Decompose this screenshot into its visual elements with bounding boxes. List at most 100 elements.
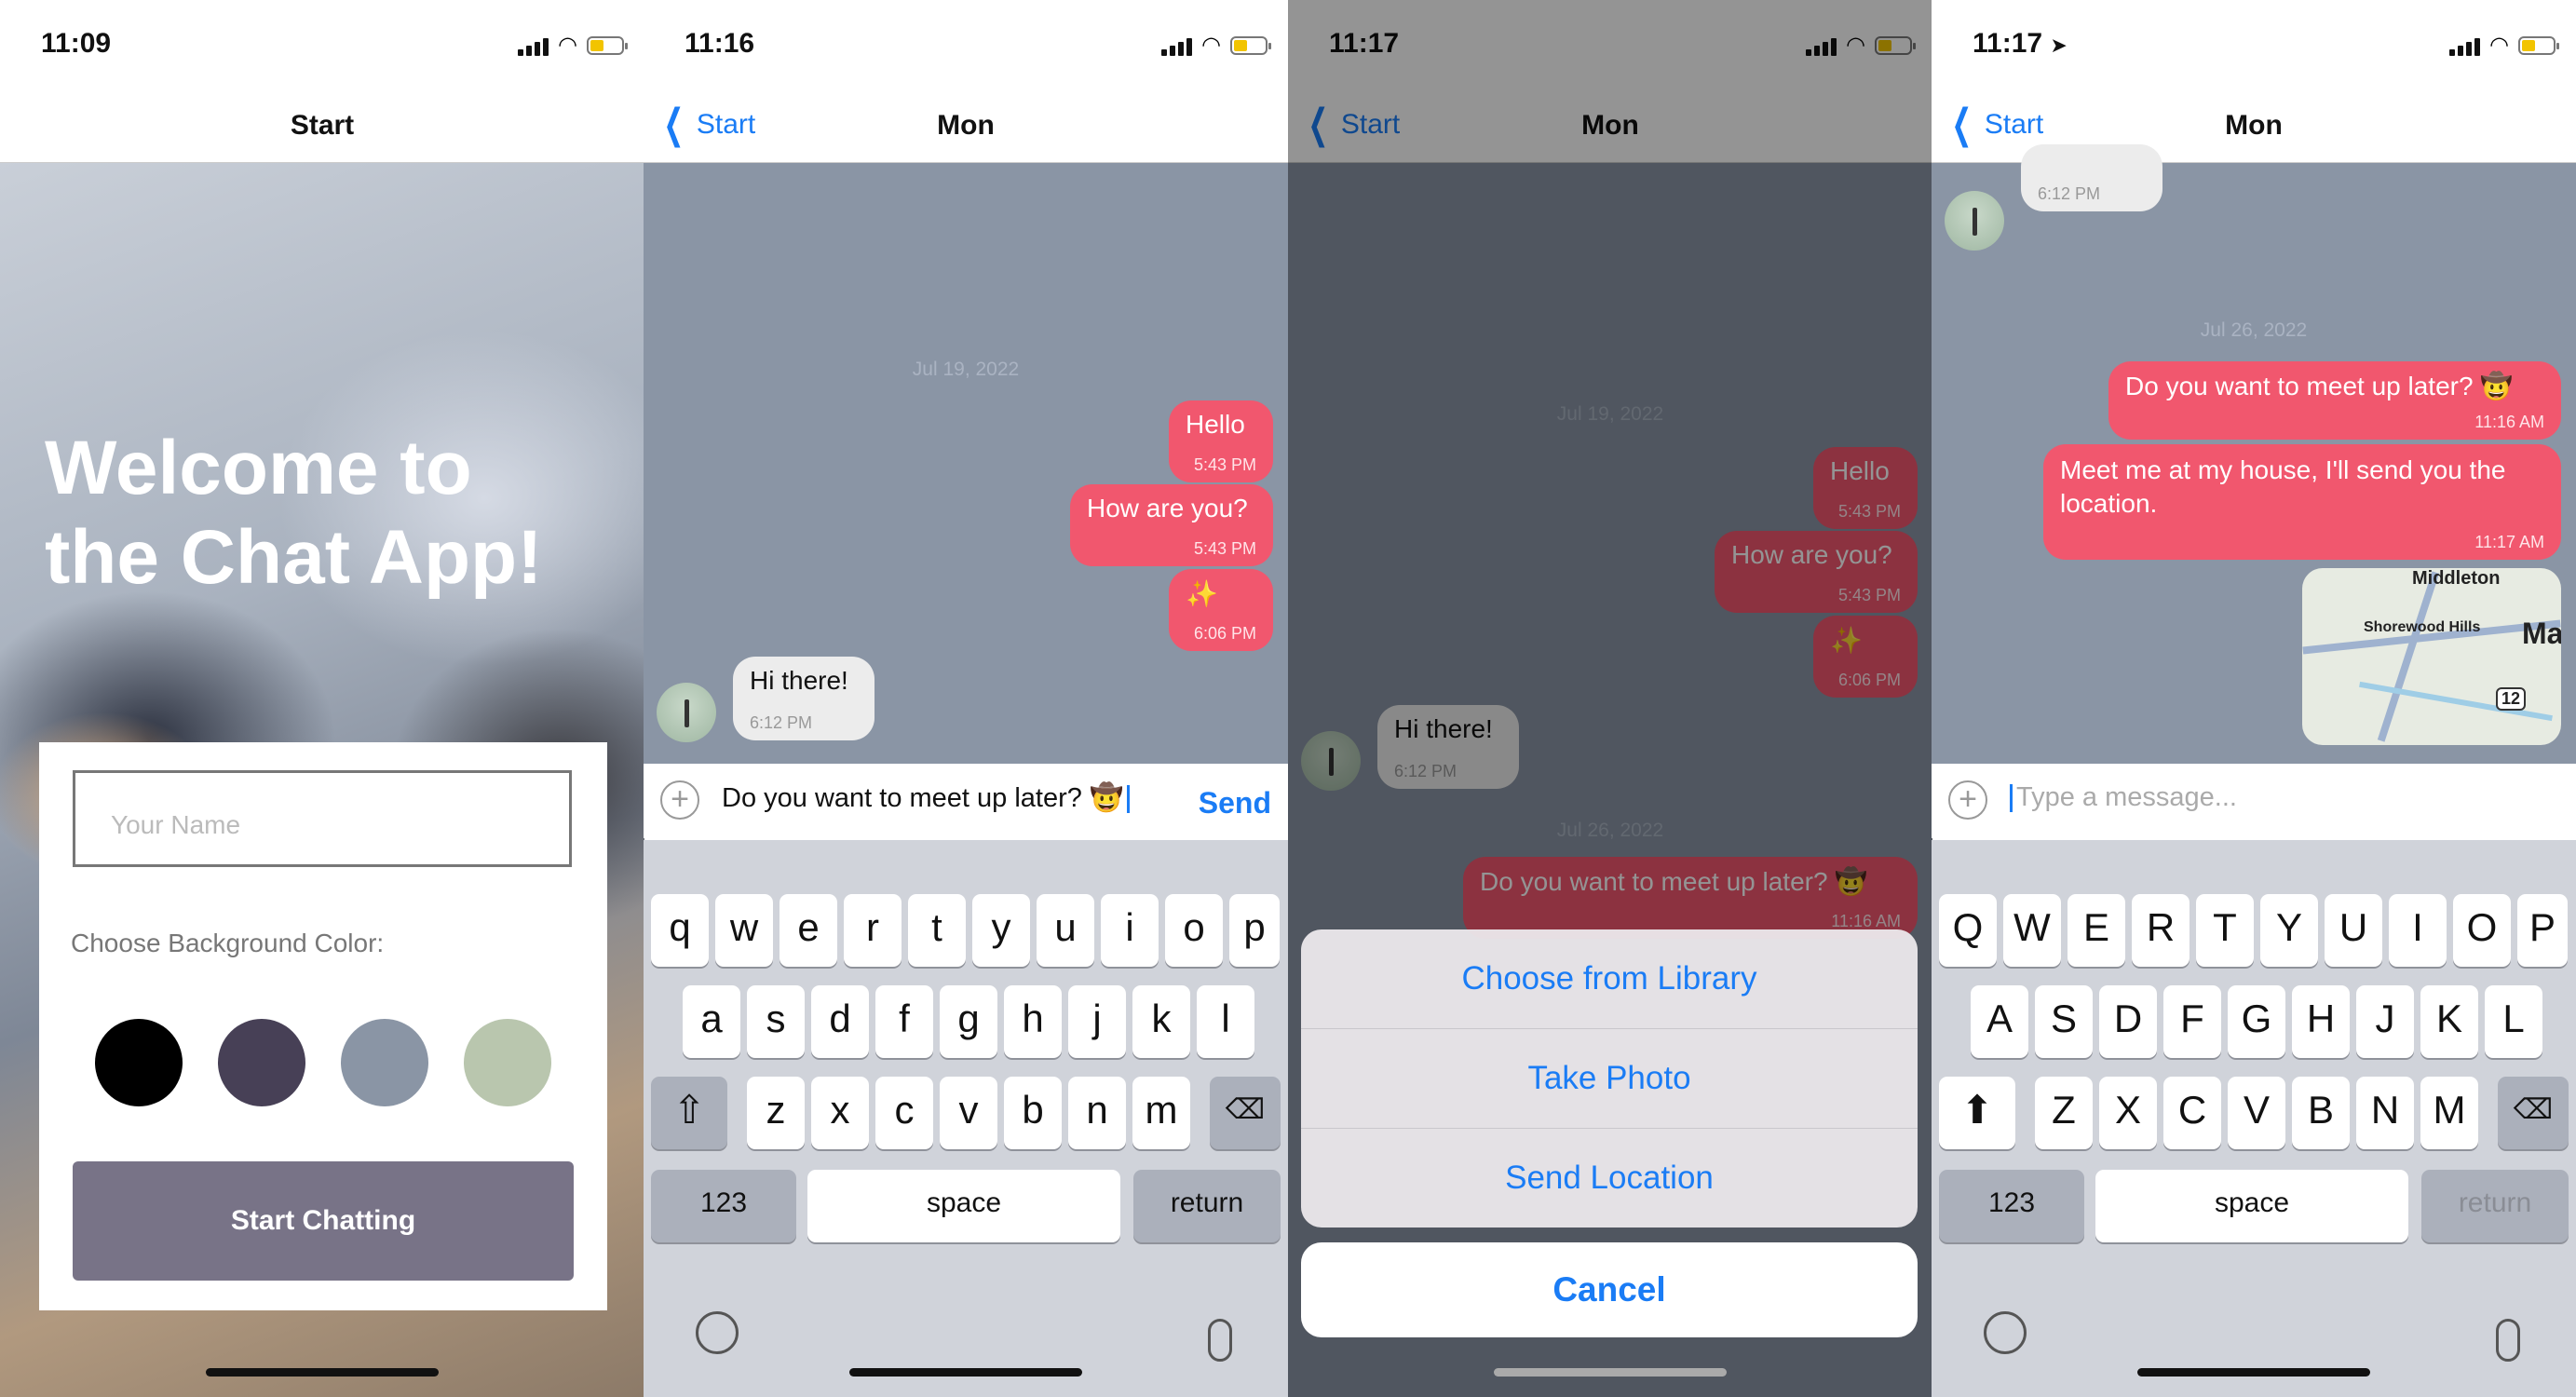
key[interactable]: Q <box>1939 894 1997 967</box>
numbers-key[interactable]: 123 <box>651 1170 796 1242</box>
key[interactable]: c <box>875 1077 933 1149</box>
key[interactable]: i <box>1101 894 1159 967</box>
key[interactable]: B <box>2292 1077 2350 1149</box>
key[interactable]: F <box>2163 985 2221 1058</box>
key[interactable]: j <box>1068 985 1126 1058</box>
key[interactable]: d <box>811 985 869 1058</box>
battery-icon <box>587 35 628 55</box>
chat-area: Jul 19, 2022 Hello 5:43 PM How are you? 5:… <box>644 163 1288 764</box>
key[interactable]: H <box>2292 985 2350 1058</box>
take-photo-option[interactable]: Take Photo <box>1301 1029 1918 1129</box>
key[interactable]: x <box>811 1077 869 1149</box>
key[interactable]: Y <box>2260 894 2318 967</box>
key[interactable]: k <box>1132 985 1190 1058</box>
key[interactable]: q <box>651 894 709 967</box>
key[interactable]: D <box>2099 985 2157 1058</box>
key[interactable]: l <box>1197 985 1254 1058</box>
key[interactable]: Z <box>2035 1077 2093 1149</box>
cancel-button[interactable]: Cancel <box>1301 1242 1918 1337</box>
keyboard: q w e r t y u i o p a s d f g h j k l ⇧ … <box>644 840 1288 1397</box>
key[interactable]: s <box>747 985 805 1058</box>
key[interactable]: g <box>940 985 997 1058</box>
key[interactable]: R <box>2132 894 2190 967</box>
map-label: Middleton <box>2412 568 2501 589</box>
key[interactable]: t <box>908 894 966 967</box>
key[interactable]: u <box>1037 894 1094 967</box>
microphone-icon[interactable] <box>1208 1319 1232 1362</box>
name-input[interactable]: Your Name <box>73 770 572 867</box>
message-bubble: Meet me at my house, I'll send you the l… <box>2043 444 2561 560</box>
key[interactable]: K <box>2420 985 2478 1058</box>
color-swatch-blue-gray[interactable] <box>341 1019 428 1106</box>
key[interactable]: w <box>715 894 773 967</box>
send-location-option[interactable]: Send Location <box>1301 1129 1918 1227</box>
plus-icon[interactable]: + <box>660 780 699 820</box>
key[interactable]: W <box>2003 894 2061 967</box>
color-swatch-green[interactable] <box>464 1019 551 1106</box>
return-key[interactable]: return <box>2421 1170 2569 1242</box>
emoji-icon[interactable] <box>696 1311 739 1354</box>
key[interactable]: I <box>2389 894 2447 967</box>
microphone-icon[interactable] <box>2496 1319 2520 1362</box>
color-swatch-purple[interactable] <box>218 1019 305 1106</box>
key[interactable]: X <box>2099 1077 2157 1149</box>
key[interactable]: O <box>2453 894 2511 967</box>
key[interactable]: h <box>1004 985 1062 1058</box>
location-map[interactable]: Middleton Shorewood Hills Ma 12 <box>2302 568 2561 745</box>
key[interactable]: m <box>1132 1077 1190 1149</box>
signal-icon <box>518 35 549 56</box>
key[interactable]: z <box>747 1077 805 1149</box>
message-bubble: 6:12 PM <box>2021 144 2162 211</box>
wifi-icon: ◠ <box>558 33 577 58</box>
return-key[interactable]: return <box>1133 1170 1281 1242</box>
plus-icon[interactable]: + <box>1948 780 1987 820</box>
key[interactable]: n <box>1068 1077 1126 1149</box>
home-indicator <box>849 1368 1082 1377</box>
key[interactable]: P <box>2517 894 2568 967</box>
message-bubble: Hi there! 6:12 PM <box>733 657 874 740</box>
date-label: Jul 19, 2022 <box>912 359 1020 380</box>
key[interactable]: r <box>844 894 902 967</box>
message-input[interactable]: Do you want to meet up later? 🤠 <box>722 782 1131 814</box>
color-swatch-black[interactable] <box>95 1019 183 1106</box>
key[interactable]: N <box>2356 1077 2414 1149</box>
key[interactable]: o <box>1165 894 1223 967</box>
key[interactable]: A <box>1971 985 2028 1058</box>
key[interactable]: M <box>2420 1077 2478 1149</box>
key[interactable]: S <box>2035 985 2093 1058</box>
avatar <box>657 683 716 742</box>
key[interactable]: f <box>875 985 933 1058</box>
key[interactable]: y <box>972 894 1030 967</box>
key[interactable]: T <box>2196 894 2254 967</box>
send-button[interactable]: Send <box>1199 786 1271 821</box>
status-time: 11:09 <box>41 28 112 59</box>
key[interactable]: L <box>2485 985 2542 1058</box>
message-input[interactable]: Type a message... <box>2010 782 2237 813</box>
key[interactable]: e <box>780 894 837 967</box>
key[interactable]: V <box>2228 1077 2285 1149</box>
date-label: Jul 26, 2022 <box>2200 319 2308 341</box>
start-chatting-button[interactable]: Start Chatting <box>73 1161 574 1281</box>
route-shield-icon: 12 <box>2496 687 2527 711</box>
message-bubble: Hello 5:43 PM <box>1169 400 1273 482</box>
numbers-key[interactable]: 123 <box>1939 1170 2084 1242</box>
key[interactable]: J <box>2356 985 2414 1058</box>
key[interactable]: G <box>2228 985 2285 1058</box>
shift-key[interactable]: ⬆ <box>1939 1077 2015 1149</box>
key[interactable]: U <box>2325 894 2382 967</box>
key[interactable]: b <box>1004 1077 1062 1149</box>
space-key[interactable]: space <box>2095 1170 2408 1242</box>
wifi-icon: ◠ <box>2489 33 2509 58</box>
key[interactable]: v <box>940 1077 997 1149</box>
key[interactable]: E <box>2068 894 2125 967</box>
delete-key[interactable]: ⌫ <box>2498 1077 2569 1149</box>
delete-key[interactable]: ⌫ <box>1210 1077 1281 1149</box>
key[interactable]: C <box>2163 1077 2221 1149</box>
key[interactable]: a <box>683 985 740 1058</box>
key[interactable]: p <box>1229 894 1280 967</box>
shift-key[interactable]: ⇧ <box>651 1077 727 1149</box>
space-key[interactable]: space <box>807 1170 1120 1242</box>
choose-from-library-option[interactable]: Choose from Library <box>1301 929 1918 1029</box>
map-label: Shorewood Hills <box>2364 619 2481 635</box>
emoji-icon[interactable] <box>1984 1311 2027 1354</box>
